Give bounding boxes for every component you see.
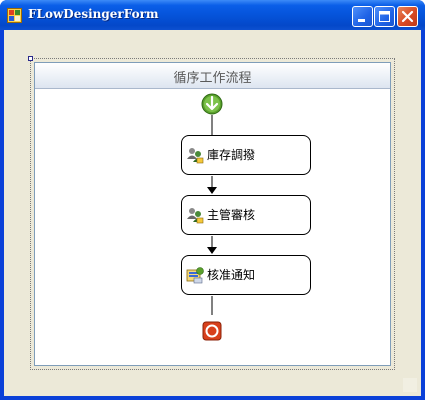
activity-label: 主管審核 [207, 208, 256, 222]
activity-approval-notification[interactable]: 核准通知 [181, 255, 311, 295]
start-arrow-icon[interactable] [201, 93, 223, 115]
close-button[interactable] [397, 6, 418, 27]
users-task-icon [187, 208, 204, 224]
title-bar[interactable]: FLowDesingerForm [0, 0, 425, 30]
activity-label: 核准通知 [207, 268, 256, 282]
app-form-icon [7, 8, 22, 23]
selection-handle[interactable] [28, 56, 33, 61]
workflow-designer[interactable]: 循序工作流程 庫存調撥 主管審核 核准通知 [34, 62, 391, 366]
activity-manager-review[interactable]: 主管審核 [181, 195, 311, 235]
window-title: FLowDesingerForm [28, 7, 159, 21]
activity-inventory-transfer[interactable]: 庫存調撥 [181, 135, 311, 175]
connector-arrow [207, 247, 217, 254]
activity-label: 庫存調撥 [207, 148, 256, 162]
maximize-button[interactable] [374, 6, 395, 27]
resize-grip[interactable] [403, 378, 417, 392]
users-task-icon [187, 148, 204, 164]
notification-icon [186, 267, 204, 284]
close-icon [401, 10, 414, 23]
maximize-icon [379, 11, 390, 22]
minimize-icon [358, 19, 365, 22]
main-window: FLowDesingerForm 循序工作流程 庫存調撥 主管審核 核准通知 [0, 0, 425, 400]
connector-arrow [207, 187, 217, 194]
stop-icon[interactable] [202, 321, 222, 341]
window-bottom-border [0, 396, 425, 400]
minimize-button[interactable] [352, 6, 373, 27]
